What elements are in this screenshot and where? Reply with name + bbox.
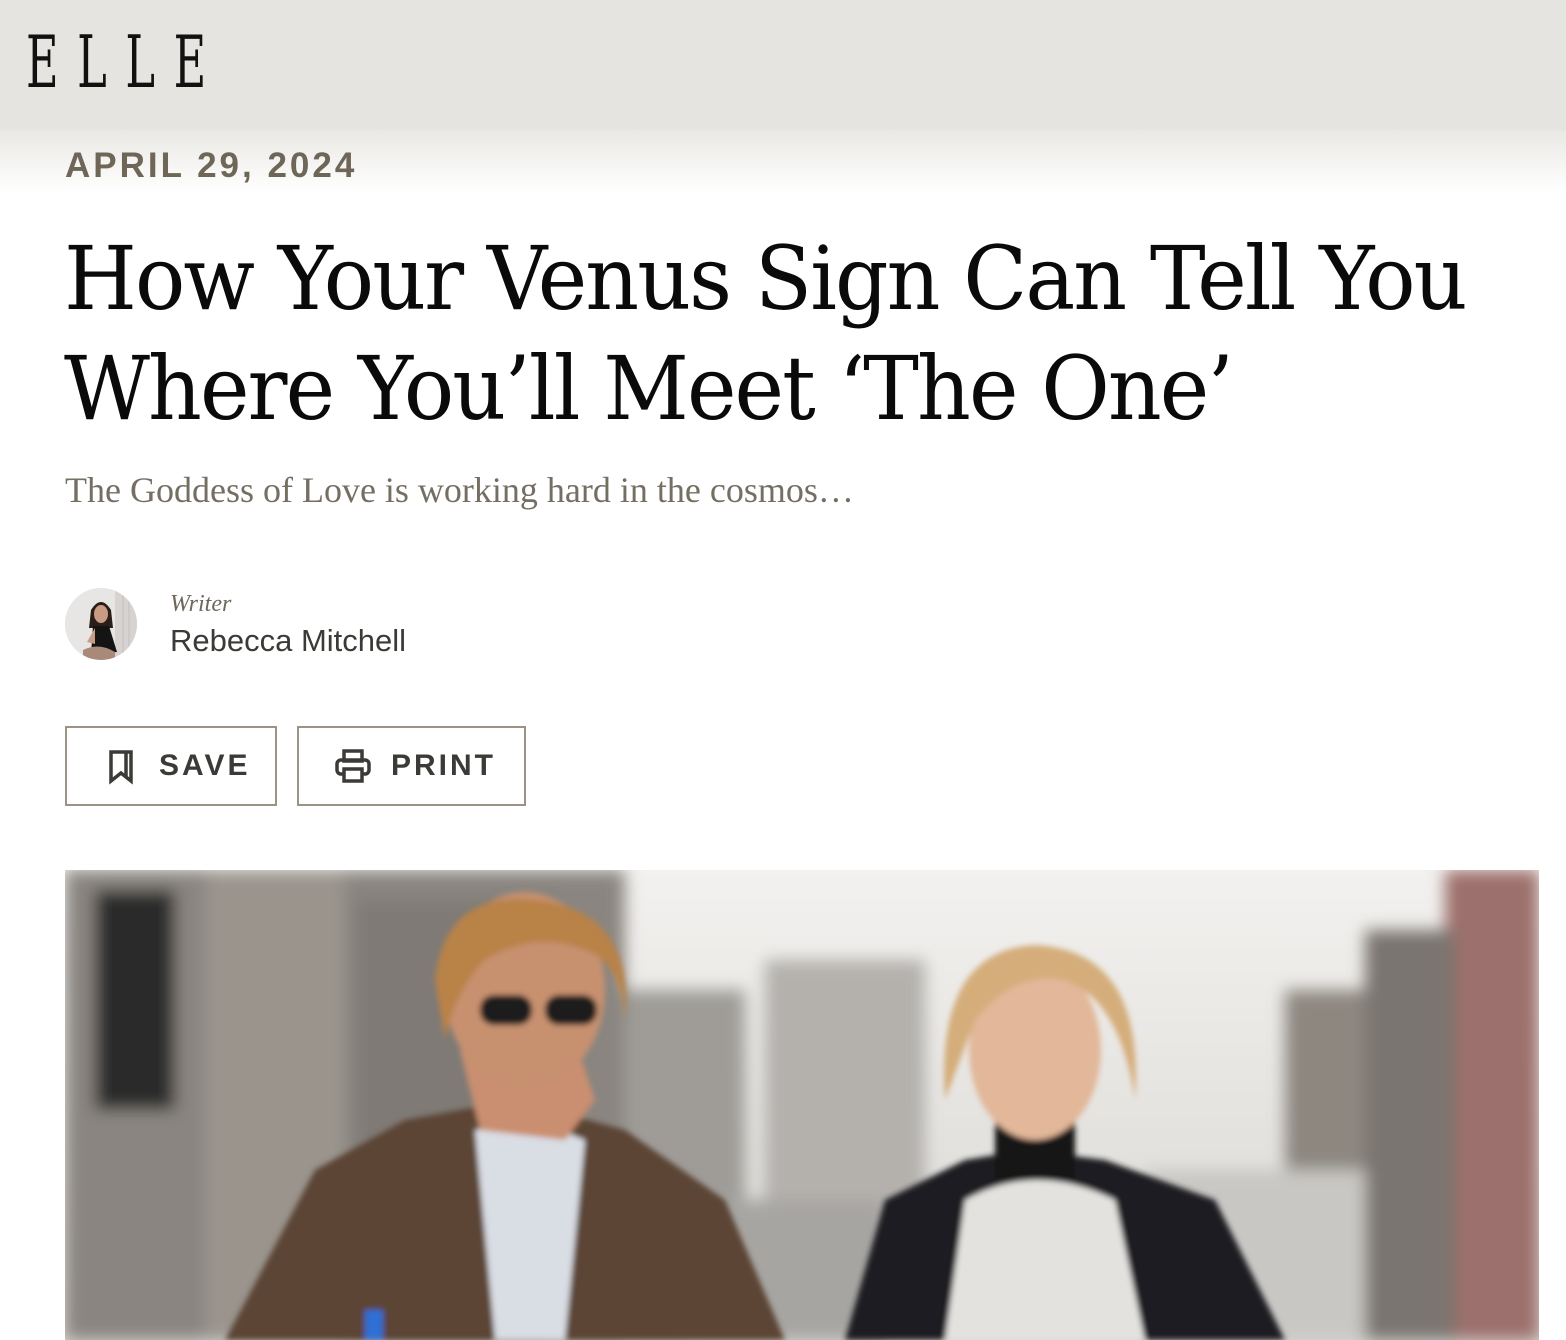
elle-logo[interactable]: ELLE [26,22,225,102]
printer-icon [333,746,373,786]
hero-image [65,870,1539,1340]
save-button[interactable]: SAVE [65,726,277,806]
article-headline: How Your Venus Sign Can Tell You Where Y… [64,227,1467,440]
author-name[interactable]: Rebecca Mitchell [170,622,406,660]
street-style-photo [65,870,1539,1340]
article-date: APRIL 29, 2024 [65,146,358,185]
byline-role: Writer [170,591,232,617]
article-page: ELLE APRIL 29, 2024 How Your Venus Sign … [0,0,1566,1340]
save-label: SAVE [159,749,251,782]
site-header: ELLE [0,0,1566,130]
bookmark-icon [101,746,141,786]
print-button[interactable]: PRINT [297,726,526,806]
article-dek: The Goddess of Love is working hard in t… [65,470,854,510]
print-label: PRINT [391,749,496,782]
author-avatar[interactable] [65,588,137,660]
author-photo [65,588,137,660]
